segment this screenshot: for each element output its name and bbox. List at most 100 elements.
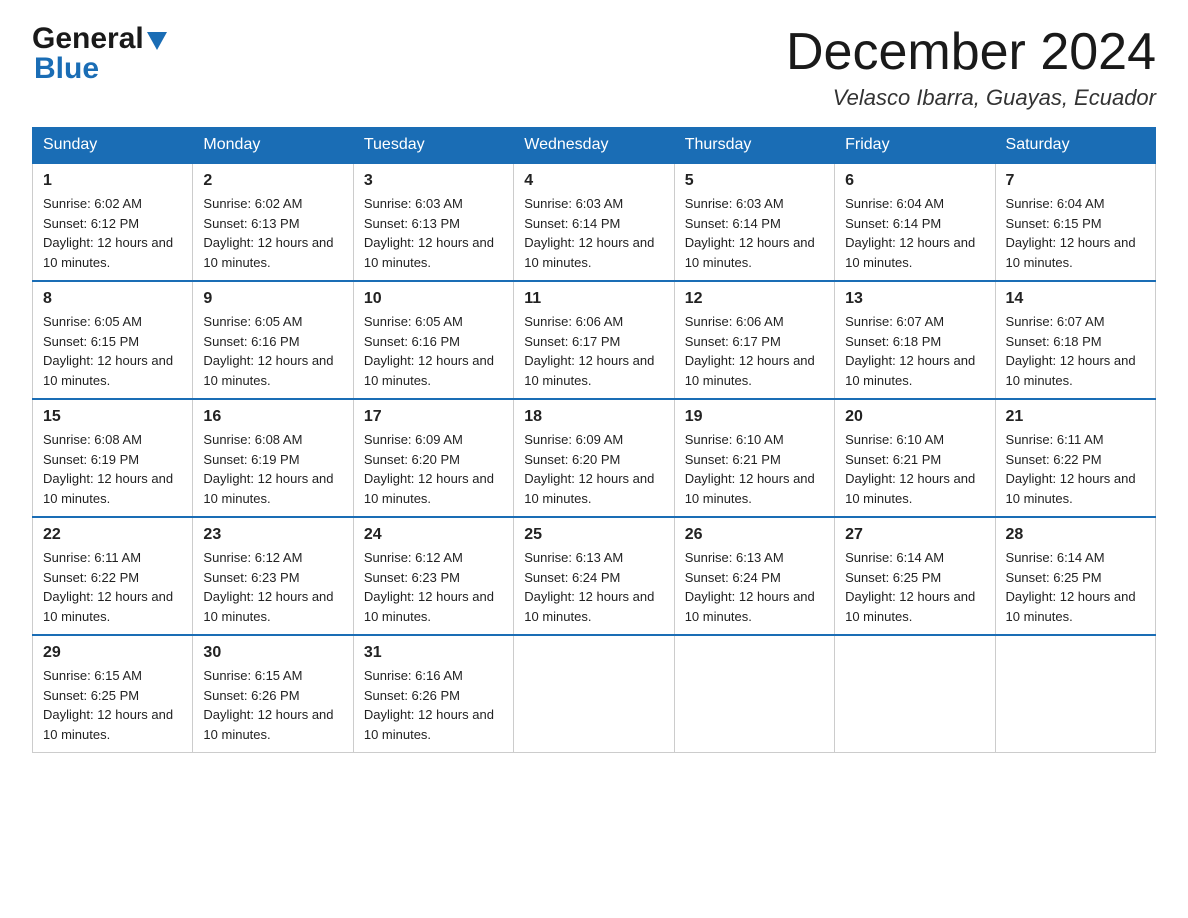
sunrise-text: Sunrise: 6:09 AM (364, 432, 463, 447)
daylight-text: Daylight: 12 hours and 10 minutes. (203, 707, 333, 742)
logo-arrow-icon (147, 32, 167, 50)
sunset-text: Sunset: 6:20 PM (524, 452, 620, 467)
sunset-text: Sunset: 6:17 PM (685, 334, 781, 349)
daylight-text: Daylight: 12 hours and 10 minutes. (43, 353, 173, 388)
sunrise-text: Sunrise: 6:05 AM (364, 314, 463, 329)
daylight-text: Daylight: 12 hours and 10 minutes. (1006, 471, 1136, 506)
logo-blue-text: Blue (34, 54, 99, 84)
table-row: 21 Sunrise: 6:11 AMSunset: 6:22 PMDayligh… (995, 399, 1155, 517)
sunset-text: Sunset: 6:13 PM (364, 216, 460, 231)
day-number: 5 (685, 172, 824, 190)
table-row: 22 Sunrise: 6:11 AMSunset: 6:22 PMDayligh… (33, 517, 193, 635)
day-number: 4 (524, 172, 663, 190)
daylight-text: Daylight: 12 hours and 10 minutes. (203, 471, 333, 506)
table-row: 16Sunrise: 6:08 AMSunset: 6:19 PMDayligh… (193, 399, 353, 517)
logo: General Blue (32, 24, 167, 84)
sunset-text: Sunset: 6:19 PM (203, 452, 299, 467)
day-info: Sunrise: 6:04 AMSunset: 6:14 PMDaylight:… (845, 194, 984, 272)
day-number: 26 (685, 526, 824, 544)
table-row: 17Sunrise: 6:09 AMSunset: 6:20 PMDayligh… (353, 399, 513, 517)
day-number: 25 (524, 526, 663, 544)
day-info: Sunrise: 6:11 AMSunset: 6:22 PMDaylight:… (1006, 430, 1145, 508)
daylight-text: Daylight: 12 hours and 10 minutes. (845, 235, 975, 270)
table-row: 14Sunrise: 6:07 AMSunset: 6:18 PMDayligh… (995, 281, 1155, 399)
day-info: Sunrise: 6:13 AMSunset: 6:24 PMDaylight:… (524, 548, 663, 626)
day-info: Sunrise: 6:10 AMSunset: 6:21 PMDaylight:… (845, 430, 984, 508)
sunset-text: Sunset: 6:22 PM (1006, 452, 1102, 467)
day-number: 22 (43, 526, 182, 544)
day-number: 23 (203, 526, 342, 544)
daylight-text: Daylight: 12 hours and 10 minutes. (1006, 589, 1136, 624)
sunrise-text: Sunrise: 6:15 AM (203, 668, 302, 683)
header-thursday: Thursday (674, 128, 834, 164)
daylight-text: Daylight: 12 hours and 10 minutes. (364, 353, 494, 388)
sunrise-text: Sunrise: 6:16 AM (364, 668, 463, 683)
sunset-text: Sunset: 6:13 PM (203, 216, 299, 231)
sunset-text: Sunset: 6:18 PM (845, 334, 941, 349)
calendar-week-row: 1Sunrise: 6:02 AMSunset: 6:12 PMDaylight… (33, 163, 1156, 281)
sunset-text: Sunset: 6:15 PM (43, 334, 139, 349)
header-wednesday: Wednesday (514, 128, 674, 164)
day-number: 31 (364, 644, 503, 662)
table-row: 27Sunrise: 6:14 AMSunset: 6:25 PMDayligh… (835, 517, 995, 635)
table-row: 10 Sunrise: 6:05 AM Sunset: 6:16 PM Dayligh… (353, 281, 513, 399)
sunset-text: Sunset: 6:12 PM (43, 216, 139, 231)
sunrise-text: Sunrise: 6:08 AM (203, 432, 302, 447)
day-info: Sunrise: 6:14 AMSunset: 6:25 PMDaylight:… (1006, 548, 1145, 626)
daylight-text: Daylight: 12 hours and 10 minutes. (43, 235, 173, 270)
sunrise-text: Sunrise: 6:13 AM (524, 550, 623, 565)
calendar-table: Sunday Monday Tuesday Wednesday Thursday… (32, 127, 1156, 753)
daylight-text: Daylight: 12 hours and 10 minutes. (364, 235, 494, 270)
day-info: Sunrise: 6:15 AM Sunset: 6:26 PM Daylight:… (203, 666, 342, 744)
table-row: 5Sunrise: 6:03 AMSunset: 6:14 PMDaylight… (674, 163, 834, 281)
sunset-text: Sunset: 6:26 PM (203, 688, 299, 703)
sunset-text: Sunset: 6:14 PM (685, 216, 781, 231)
sunrise-text: Sunrise: 6:07 AM (845, 314, 944, 329)
header-monday: Monday (193, 128, 353, 164)
day-number: 30 (203, 644, 342, 662)
sunset-text: Sunset: 6:26 PM (364, 688, 460, 703)
day-number: 18 (524, 408, 663, 426)
sunrise-text: Sunrise: 6:12 AM (364, 550, 463, 565)
daylight-text: Daylight: 12 hours and 10 minutes. (524, 589, 654, 624)
table-row (514, 635, 674, 753)
day-number: 10 (364, 290, 503, 308)
calendar-week-row: 15Sunrise: 6:08 AMSunset: 6:19 PMDayligh… (33, 399, 1156, 517)
table-row: 9Sunrise: 6:05 AMSunset: 6:16 PMDaylight… (193, 281, 353, 399)
day-number: 17 (364, 408, 503, 426)
daylight-text: Daylight: 12 hours and 10 minutes. (203, 589, 333, 624)
daylight-text: Daylight: 12 hours and 10 minutes. (364, 707, 494, 742)
title-block: December 2024 Velasco Ibarra, Guayas, Ec… (786, 24, 1156, 111)
day-number: 6 (845, 172, 984, 190)
table-row (995, 635, 1155, 753)
sunset-text: Sunset: 6:16 PM (364, 334, 460, 349)
daylight-text: Daylight: 12 hours and 10 minutes. (43, 471, 173, 506)
table-row: 8Sunrise: 6:05 AMSunset: 6:15 PMDaylight… (33, 281, 193, 399)
table-row: 12Sunrise: 6:06 AMSunset: 6:17 PMDayligh… (674, 281, 834, 399)
sunset-text: Sunset: 6:20 PM (364, 452, 460, 467)
table-row: 4Sunrise: 6:03 AMSunset: 6:14 PMDaylight… (514, 163, 674, 281)
sunset-text: Sunset: 6:21 PM (685, 452, 781, 467)
day-info: Sunrise: 6:02 AMSunset: 6:13 PMDaylight:… (203, 194, 342, 272)
table-row: 26Sunrise: 6:13 AMSunset: 6:24 PMDayligh… (674, 517, 834, 635)
sunrise-text: Sunrise: 6:03 AM (364, 196, 463, 211)
calendar-week-row: 22 Sunrise: 6:11 AMSunset: 6:22 PMDayligh… (33, 517, 1156, 635)
day-number: 20 (845, 408, 984, 426)
day-number: 21 (1006, 408, 1145, 426)
day-number: 19 (685, 408, 824, 426)
table-row (835, 635, 995, 753)
daylight-text: Daylight: 12 hours and 10 minutes. (1006, 235, 1136, 270)
table-row: 30 Sunrise: 6:15 AM Sunset: 6:26 PM Dayligh… (193, 635, 353, 753)
day-info: Sunrise: 6:11 AMSunset: 6:22 PMDaylight:… (43, 548, 182, 626)
day-info: Sunrise: 6:09 AMSunset: 6:20 PMDaylight:… (364, 430, 503, 508)
table-row: 20 Sunrise: 6:10 AMSunset: 6:21 PMDayligh… (835, 399, 995, 517)
sunset-text: Sunset: 6:24 PM (685, 570, 781, 585)
sunrise-text: Sunrise: 6:09 AM (524, 432, 623, 447)
daylight-text: Daylight: 12 hours and 10 minutes. (203, 235, 333, 270)
table-row: 29Sunrise: 6:15 AMSunset: 6:25 PMDayligh… (33, 635, 193, 753)
table-row: 3Sunrise: 6:03 AMSunset: 6:13 PMDaylight… (353, 163, 513, 281)
day-info: Sunrise: 6:03 AM Sunset: 6:13 PM Daylight:… (364, 194, 503, 272)
day-number: 13 (845, 290, 984, 308)
table-row: 25 Sunrise: 6:13 AMSunset: 6:24 PMDayligh… (514, 517, 674, 635)
sunrise-text: Sunrise: 6:04 AM (845, 196, 944, 211)
